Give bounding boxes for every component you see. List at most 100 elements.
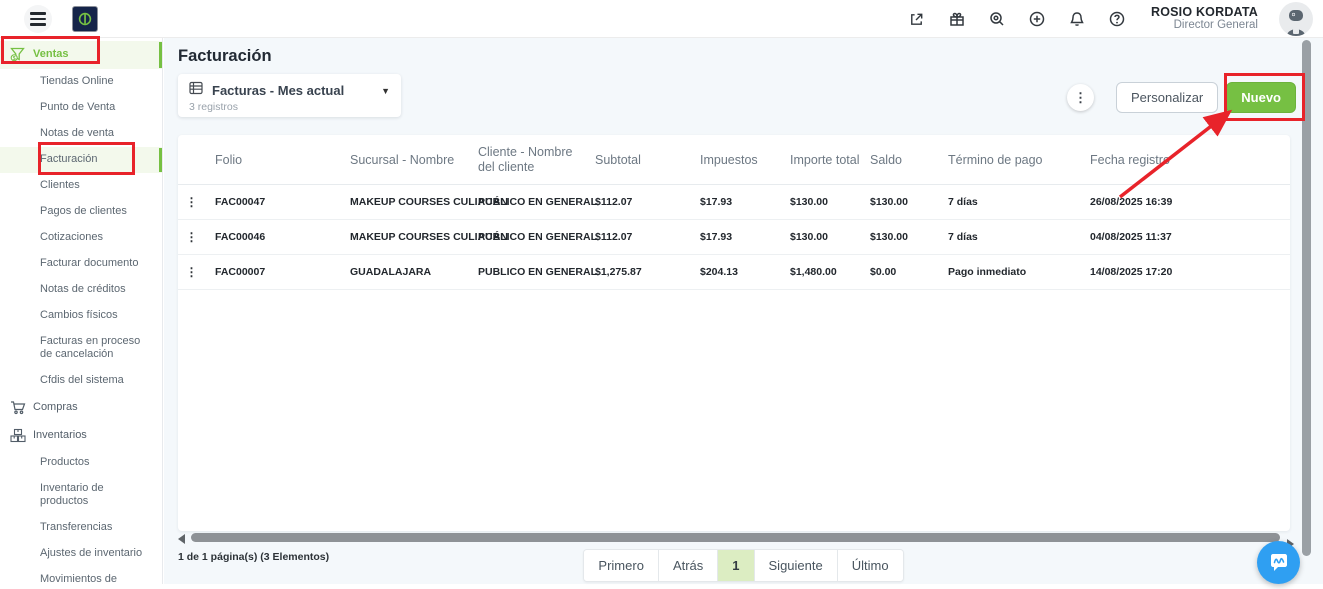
toolbar-actions: ⋮ Personalizar Nuevo <box>1067 82 1296 113</box>
pagination-page-1[interactable]: 1 <box>718 550 754 581</box>
list-view-icon <box>189 81 203 100</box>
page-title: Facturación <box>178 47 272 66</box>
sidebar-item-clientes[interactable]: Clientes <box>0 173 162 199</box>
cell-termino-pago: Pago inmediato <box>938 266 1080 278</box>
sidebar-item-productos[interactable]: Productos <box>0 450 162 476</box>
bell-icon[interactable] <box>1067 10 1086 29</box>
cell-sucursal: GUADALAJARA <box>340 266 468 278</box>
view-selector[interactable]: Facturas - Mes actual ▼ 3 registros <box>178 74 401 117</box>
sidebar-item-notas-de-creditos[interactable]: Notas de créditos <box>0 277 162 303</box>
col-header-termino-de-pago[interactable]: Término de pago <box>938 153 1080 167</box>
user-block[interactable]: ROSIO KORDATA Director General <box>1151 6 1258 32</box>
col-header-folio[interactable]: Folio <box>205 153 340 167</box>
sidebar-item-inventario-de-productos[interactable]: Inventario de productos <box>0 476 162 515</box>
horizontal-scrollbar[interactable] <box>178 533 1290 543</box>
col-header-impuestos[interactable]: Impuestos <box>690 153 780 167</box>
cell-importe-total: $130.00 <box>780 231 860 243</box>
topbar-right: ROSIO KORDATA Director General <box>907 0 1313 38</box>
cell-saldo: $130.00 <box>860 196 938 208</box>
external-link-icon[interactable] <box>907 10 926 29</box>
table-row[interactable]: ⋮ FAC00047 MAKEUP COURSES CULIACÁN PUBLI… <box>178 185 1290 220</box>
row-kebab-icon[interactable]: ⋮ <box>178 267 205 277</box>
cell-termino-pago: 7 días <box>938 196 1080 208</box>
sidebar-item-movimientos[interactable]: Movimientos de <box>0 567 162 584</box>
sidebar-item-transferencias[interactable]: Transferencias <box>0 515 162 541</box>
horizontal-scrollbar-thumb[interactable] <box>191 533 1280 542</box>
logo-emblem-icon <box>77 11 93 27</box>
view-selector-label: Facturas - Mes actual <box>212 83 372 98</box>
cell-fecha-registro: 14/08/2025 17:20 <box>1080 266 1290 278</box>
table-row[interactable]: ⋮ FAC00007 GUADALAJARA PUBLICO EN GENERA… <box>178 255 1290 290</box>
chat-widget-button[interactable] <box>1257 541 1300 584</box>
table-row[interactable]: ⋮ FAC00046 MAKEUP COURSES CULIACÁN PUBLI… <box>178 220 1290 255</box>
topbar: ROSIO KORDATA Director General <box>0 0 1323 38</box>
nuevo-button[interactable]: Nuevo <box>1226 82 1296 113</box>
boxes-icon <box>10 428 26 443</box>
hamburger-menu-icon[interactable] <box>24 5 52 33</box>
personalizar-button[interactable]: Personalizar <box>1116 82 1218 113</box>
sidebar-item-ajustes-de-inventario[interactable]: Ajustes de inventario <box>0 541 162 567</box>
sidebar-item-facturas-en-proceso[interactable]: Facturas en proceso de cancelación <box>0 329 162 368</box>
sidebar-item-tiendas-online[interactable]: Tiendas Online <box>0 69 162 95</box>
sidebar-item-label: Inventarios <box>33 429 87 442</box>
chat-bubble-icon <box>1267 551 1291 575</box>
sidebar-item-cotizaciones[interactable]: Cotizaciones <box>0 225 162 251</box>
cell-subtotal: $112.07 <box>585 196 690 208</box>
sidebar-item-cambios-fisicos[interactable]: Cambios físicos <box>0 303 162 329</box>
cell-subtotal: $1,275.87 <box>585 266 690 278</box>
avatar-person-icon <box>1281 8 1311 36</box>
row-kebab-icon[interactable]: ⋮ <box>178 197 205 207</box>
col-header-importe-total[interactable]: Importe total <box>780 153 860 167</box>
cell-cliente: PUBLICO EN GENERAL <box>468 196 585 208</box>
sidebar-item-ventas[interactable]: $ Ventas <box>0 41 162 69</box>
pagination: Primero Atrás 1 Siguiente Último <box>164 549 1323 582</box>
more-options-button[interactable]: ⋮ <box>1067 84 1094 111</box>
col-header-subtotal[interactable]: Subtotal <box>585 153 690 167</box>
cell-sucursal: MAKEUP COURSES CULIACÁN <box>340 231 468 243</box>
cart-icon <box>10 400 26 415</box>
pagination-primero[interactable]: Primero <box>584 550 659 581</box>
row-kebab-icon[interactable]: ⋮ <box>178 232 205 242</box>
cell-fecha-registro: 26/08/2025 16:39 <box>1080 196 1290 208</box>
search-icon[interactable] <box>987 10 1006 29</box>
cell-folio: FAC00007 <box>205 266 340 278</box>
avatar[interactable] <box>1279 2 1313 36</box>
app-logo[interactable] <box>72 6 98 32</box>
cell-saldo: $0.00 <box>860 266 938 278</box>
col-header-fecha-registro[interactable]: Fecha registro <box>1080 153 1290 167</box>
sidebar-item-pagos-de-clientes[interactable]: Pagos de clientes <box>0 199 162 225</box>
sidebar-item-notas-de-venta[interactable]: Notas de venta <box>0 121 162 147</box>
vertical-scrollbar[interactable] <box>1302 40 1311 556</box>
sidebar: $ Ventas Tiendas Online Punto de Venta N… <box>0 38 163 584</box>
cell-sucursal: MAKEUP COURSES CULIACÁN <box>340 196 468 208</box>
cell-impuestos: $17.93 <box>690 231 780 243</box>
pagination-atras[interactable]: Atrás <box>659 550 718 581</box>
scroll-left-icon[interactable] <box>178 534 185 544</box>
sidebar-item-inventarios[interactable]: Inventarios <box>0 422 162 450</box>
help-icon[interactable] <box>1107 10 1126 29</box>
col-header-cliente[interactable]: Cliente - Nombre del cliente <box>468 145 585 175</box>
gift-icon[interactable] <box>947 10 966 29</box>
sidebar-item-compras[interactable]: Compras <box>0 394 162 422</box>
chevron-down-icon: ▼ <box>381 86 390 96</box>
sidebar-item-cfdis-del-sistema[interactable]: Cfdis del sistema <box>0 368 162 394</box>
pagination-ultimo[interactable]: Último <box>838 550 903 581</box>
sidebar-item-facturar-documento[interactable]: Facturar documento <box>0 251 162 277</box>
add-icon[interactable] <box>1027 10 1046 29</box>
col-header-saldo[interactable]: Saldo <box>860 153 938 167</box>
invoices-table: Folio Sucursal - Nombre Cliente - Nombre… <box>178 135 1290 531</box>
user-role: Director General <box>1151 19 1258 32</box>
cell-fecha-registro: 04/08/2025 11:37 <box>1080 231 1290 243</box>
funnel-dollar-icon: $ <box>10 47 26 62</box>
col-header-sucursal[interactable]: Sucursal - Nombre <box>340 153 468 167</box>
cell-cliente: PUBLICO EN GENERAL <box>468 266 585 278</box>
sidebar-item-facturacion[interactable]: Facturación <box>0 147 162 173</box>
cell-folio: FAC00047 <box>205 196 340 208</box>
pagination-siguiente[interactable]: Siguiente <box>755 550 838 581</box>
record-count: 3 registros <box>178 100 401 113</box>
cell-importe-total: $1,480.00 <box>780 266 860 278</box>
sidebar-item-punto-de-venta[interactable]: Punto de Venta <box>0 95 162 121</box>
cell-saldo: $130.00 <box>860 231 938 243</box>
cell-impuestos: $204.13 <box>690 266 780 278</box>
cell-importe-total: $130.00 <box>780 196 860 208</box>
